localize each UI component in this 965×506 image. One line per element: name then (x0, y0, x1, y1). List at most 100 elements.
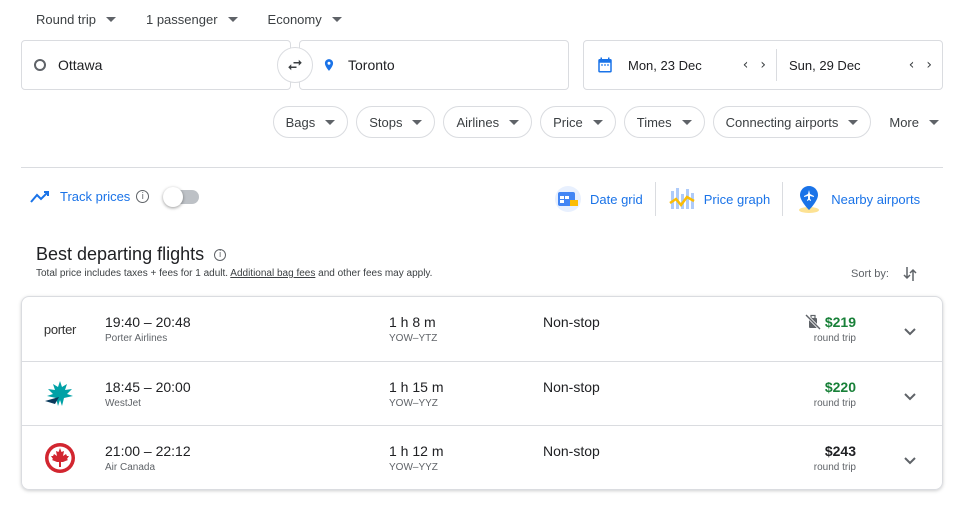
trip-type-select[interactable]: Round trip (36, 10, 116, 28)
caret-down-icon (331, 16, 342, 22)
flight-route: YOW–YYZ (389, 398, 438, 409)
trip-type-label: Round trip (36, 11, 96, 27)
air-canada-logo (42, 440, 78, 476)
filter-more[interactable]: More (879, 106, 943, 138)
flight-results: porter 19:40 – 20:48 Porter Airlines 1 h… (21, 296, 943, 490)
filter-chips: Bags Stops Airlines Price Times Connecti… (272, 106, 943, 138)
chevron-right-icon[interactable]: › (926, 57, 932, 73)
flight-route: YOW–YYZ (389, 462, 438, 473)
chevron-right-icon[interactable]: › (760, 57, 766, 73)
price-sub: round trip (813, 462, 856, 473)
flight-price: $243 (825, 443, 856, 459)
airline-name: Air Canada (105, 462, 156, 473)
flight-row[interactable]: 18:45 – 20:00 WestJet 1 h 15 m YOW–YYZ N… (22, 361, 942, 425)
flight-duration: 1 h 15 m (389, 379, 444, 395)
expand-button[interactable] (904, 388, 916, 406)
filter-bags-label: Bags (285, 114, 316, 130)
filter-connecting-airports[interactable]: Connecting airports (712, 106, 872, 138)
track-prices-toggle[interactable] (163, 186, 200, 207)
chevron-left-icon[interactable]: ‹ (909, 57, 915, 73)
results-title: Best departing flights (36, 244, 205, 264)
sort-by-button[interactable]: Sort by: (851, 266, 917, 282)
chevron-down-icon (904, 457, 916, 465)
flight-times: 18:45 – 20:00 (105, 379, 191, 395)
flight-times: 21:00 – 22:12 (105, 443, 191, 459)
filter-airlines[interactable]: Airlines (443, 106, 533, 138)
track-prices-label: Track prices (60, 189, 131, 204)
filter-stops-label: Stops (369, 114, 403, 130)
chevron-left-icon[interactable]: ‹ (743, 57, 749, 73)
date-picker: Mon, 23 Dec ‹ › Sun, 29 Dec ‹ › (583, 40, 943, 90)
price-value: $243 (824, 443, 856, 459)
price-sub: round trip (813, 398, 856, 409)
divider (21, 167, 943, 168)
flight-times: 19:40 – 20:48 (105, 314, 191, 330)
flight-duration: 1 h 8 m (389, 314, 436, 330)
view-tools: Date grid Price graph Nearby airports (554, 182, 932, 216)
info-icon[interactable]: i (214, 248, 227, 261)
price-graph-button[interactable]: Price graph (668, 182, 782, 216)
bag-fees-link[interactable]: Additional bag fees (230, 268, 315, 279)
results-heading: Best departing flights i (36, 244, 227, 265)
caret-down-icon (929, 119, 939, 125)
origin-circle-icon (34, 59, 46, 71)
origin-field[interactable]: Ottawa (21, 40, 291, 90)
caret-down-icon (412, 119, 423, 125)
price-graph-label: Price graph (703, 191, 771, 207)
filter-connecting-airports-label: Connecting airports (725, 114, 839, 130)
flight-price: $220 (825, 379, 856, 395)
origin-value: Ottawa (58, 57, 103, 73)
flight-duration: 1 h 12 m (389, 443, 444, 459)
calendar-icon (596, 56, 614, 74)
filter-price[interactable]: Price (540, 106, 616, 138)
location-pin-icon (322, 55, 336, 75)
track-prices: Track prices i (30, 186, 200, 207)
filter-airlines-label: Airlines (456, 114, 500, 130)
caret-down-icon (227, 16, 238, 22)
flight-row[interactable]: 21:00 – 22:12 Air Canada 1 h 12 m YOW–YY… (22, 425, 942, 489)
caret-down-icon (848, 119, 859, 125)
chevron-down-icon (904, 328, 916, 336)
depart-date-field[interactable]: Mon, 23 Dec ‹ › (584, 49, 777, 81)
return-date-field[interactable]: Sun, 29 Dec ‹ › (777, 41, 942, 89)
price-graph-icon (668, 185, 696, 213)
swap-button[interactable] (277, 47, 313, 83)
price-value: $219 (824, 314, 856, 330)
sort-icon (903, 267, 917, 281)
porter-logo-text: porter (43, 321, 77, 337)
flight-row[interactable]: porter 19:40 – 20:48 Porter Airlines 1 h… (22, 297, 942, 361)
subtext-before: Total price includes taxes + fees for 1 … (36, 268, 231, 279)
date-grid-button[interactable]: Date grid (554, 182, 655, 216)
destination-field[interactable]: Toronto (299, 40, 569, 90)
depart-date-value: Mon, 23 Dec (628, 57, 702, 73)
return-date-value: Sun, 29 Dec (789, 57, 861, 73)
no-carry-on-icon (804, 314, 821, 330)
nearby-airports-button[interactable]: Nearby airports (795, 182, 932, 216)
price-value: $220 (824, 379, 856, 395)
caret-down-icon (681, 119, 692, 125)
airline-name: WestJet (105, 398, 141, 409)
sort-by-label: Sort by: (851, 268, 889, 280)
tools-separator (782, 182, 784, 216)
caret-down-icon (592, 119, 603, 125)
info-icon[interactable]: i (136, 190, 150, 203)
date-grid-label: Date grid (590, 191, 643, 207)
expand-button[interactable] (904, 323, 916, 341)
flight-stops: Non-stop (543, 314, 600, 330)
subtext-after: and other fees may apply. (315, 268, 433, 279)
cabin-select[interactable]: Economy (268, 10, 342, 28)
expand-button[interactable] (904, 452, 916, 470)
filter-times-label: Times (636, 114, 672, 130)
results-subtext: Total price includes taxes + fees for 1 … (36, 268, 432, 279)
tools-separator (654, 182, 656, 216)
filter-stops[interactable]: Stops (356, 106, 436, 138)
filter-bags[interactable]: Bags (272, 106, 349, 138)
nearby-airports-icon (795, 184, 823, 214)
airline-name: Porter Airlines (105, 333, 168, 344)
filter-times[interactable]: Times (623, 106, 705, 138)
passenger-select[interactable]: 1 passenger (146, 10, 238, 28)
swap-icon (288, 59, 302, 71)
date-grid-icon (554, 185, 582, 213)
porter-logo: porter (42, 311, 78, 347)
westjet-logo (42, 376, 78, 412)
